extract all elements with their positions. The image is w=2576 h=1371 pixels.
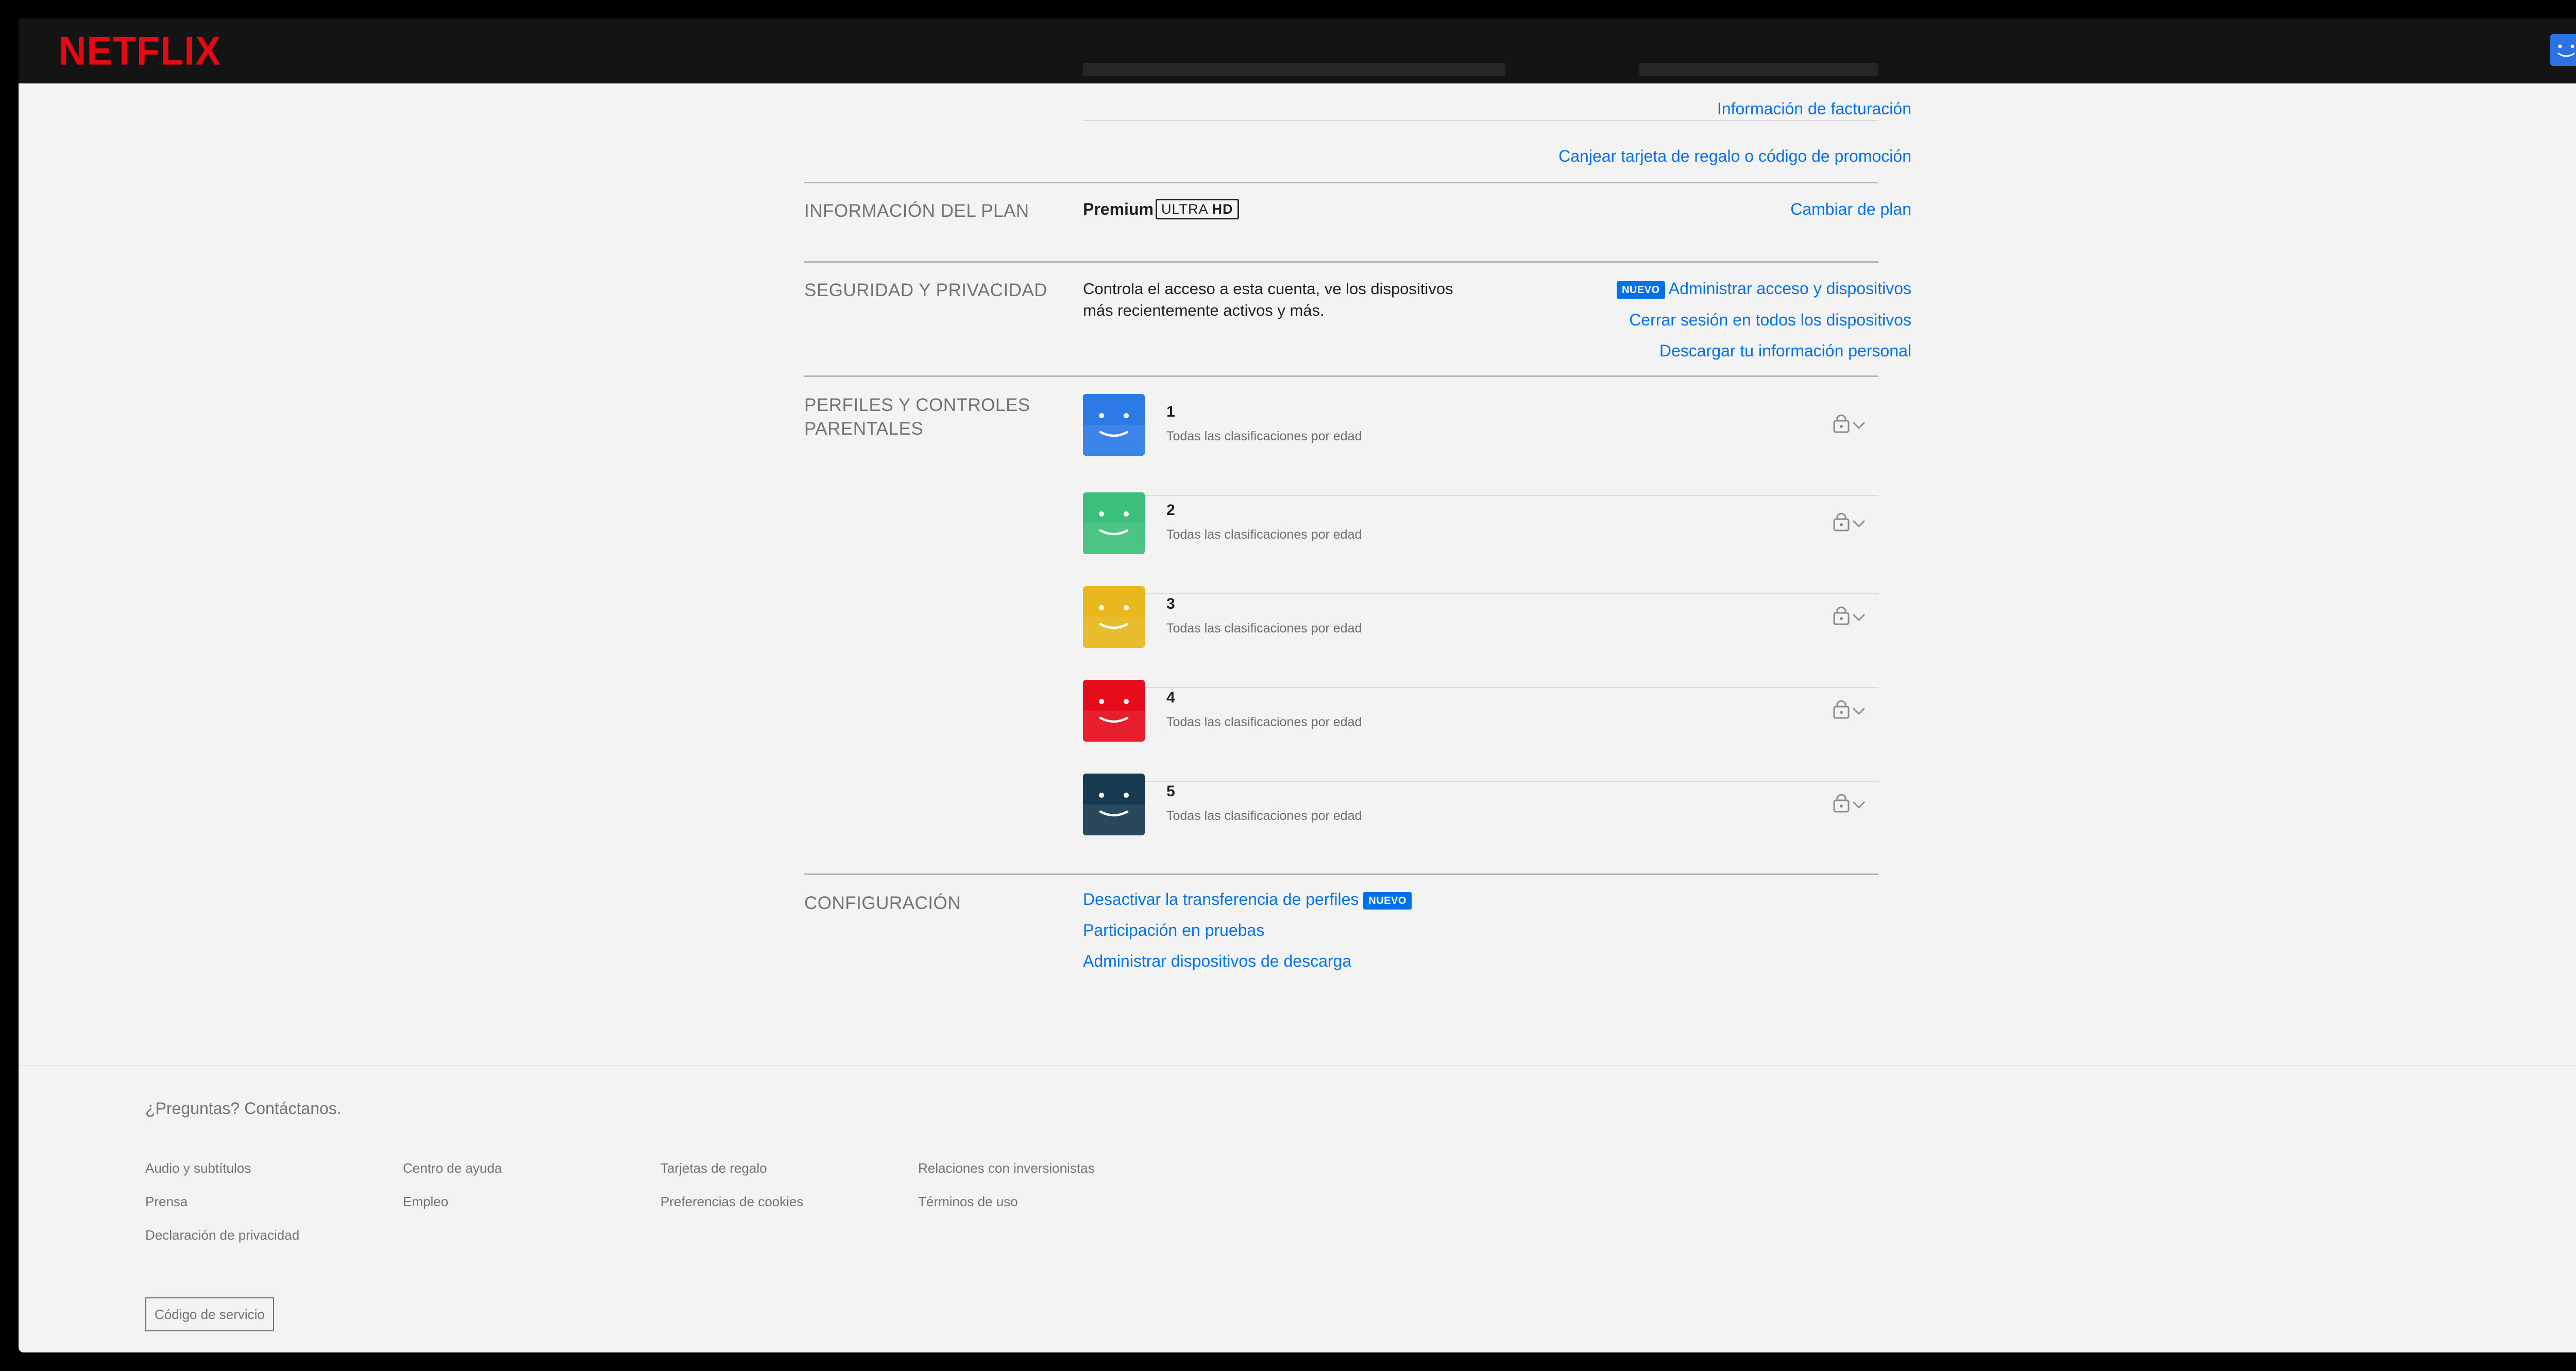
account-avatar-icon[interactable] (2550, 34, 2576, 66)
profile-row[interactable]: 4 Todas las clasificaciones por edad (1083, 680, 1878, 773)
transfer-row: Desactivar la transferencia de perfiles … (1083, 889, 1412, 910)
profile-expand-button[interactable] (1829, 790, 1870, 816)
footer-link-privacy[interactable]: Declaración de privacidad (145, 1227, 299, 1243)
billing-info-link[interactable]: Información de facturación (1717, 98, 1911, 119)
profile-expand-button[interactable] (1829, 696, 1870, 722)
profile-row[interactable]: 1 Todas las clasificaciones por edad (1083, 394, 1878, 487)
top-bar: NETFLIX (19, 19, 2576, 83)
profile-rating: Todas las clasificaciones por edad (1166, 527, 1362, 542)
section-divider (804, 261, 1878, 263)
manage-access-row: NUEVO Administrar acceso y dispositivos (1616, 278, 1911, 299)
security-description-line1: Controla el acceso a esta cuenta, ve los… (1083, 280, 1453, 298)
profile-avatar-icon[interactable] (1083, 774, 1145, 835)
lock-icon (1833, 606, 1865, 625)
new-badge: NUEVO (1363, 892, 1412, 910)
security-section-title: SEGURIDAD Y PRIVACIDAD (804, 280, 1047, 300)
section-divider (804, 873, 1878, 875)
settings-section-title: CONFIGURACIÓN (804, 893, 961, 913)
profile-expand-button[interactable] (1829, 410, 1870, 436)
test-participation-link[interactable]: Participación en pruebas (1083, 920, 1264, 940)
disable-profile-transfer-link[interactable]: Desactivar la transferencia de perfiles (1083, 890, 1359, 909)
manage-download-devices-link[interactable]: Administrar dispositivos de descarga (1083, 951, 1351, 971)
footer-link-investors[interactable]: Relaciones con inversionistas (918, 1160, 1095, 1176)
new-badge: NUEVO (1616, 281, 1665, 299)
plan-section-title: INFORMACIÓN DEL PLAN (804, 201, 1029, 221)
profile-expand-button[interactable] (1829, 603, 1870, 628)
lock-icon (1833, 794, 1865, 813)
profile-avatar-icon[interactable] (1083, 492, 1145, 554)
footer-link-terms[interactable]: Términos de uso (918, 1194, 1018, 1210)
service-code-button[interactable]: Código de servicio (145, 1297, 274, 1331)
profile-row[interactable]: 3 Todas las clasificaciones por edad (1083, 586, 1878, 679)
footer-link-press[interactable]: Prensa (145, 1194, 188, 1210)
profile-expand-button[interactable] (1829, 509, 1870, 535)
profile-name: 1 (1166, 403, 1175, 420)
profiles-title-line1: PERFILES Y CONTROLES (804, 395, 1030, 415)
profile-row[interactable]: 2 Todas las clasificaciones por edad (1083, 492, 1878, 585)
lock-icon (1833, 700, 1865, 719)
profile-rating: Todas las clasificaciones por edad (1166, 429, 1362, 443)
profile-avatar-icon[interactable] (1083, 394, 1145, 456)
sign-out-all-devices-link[interactable]: Cerrar sesión en todos los dispositivos (1629, 310, 1911, 330)
section-divider (804, 375, 1878, 377)
section-divider (804, 182, 1878, 183)
profile-rating: Todas las clasificaciones por edad (1166, 809, 1362, 823)
footer-link-gift-cards[interactable]: Tarjetas de regalo (660, 1160, 767, 1176)
footer-link-audio[interactable]: Audio y subtítulos (145, 1160, 251, 1176)
profile-name: 5 (1166, 783, 1175, 800)
lock-icon (1833, 512, 1865, 532)
profile-name: 4 (1166, 689, 1175, 706)
netflix-logo[interactable]: NETFLIX (59, 27, 221, 76)
hd-label: HD (1212, 201, 1233, 217)
footer-link-jobs[interactable]: Empleo (403, 1194, 448, 1210)
profiles-section-title: PERFILES Y CONTROLES PARENTALES (804, 393, 1030, 441)
lock-icon (1833, 414, 1865, 433)
divider (1083, 120, 1878, 121)
profile-row[interactable]: 5 Todas las clasificaciones por edad (1083, 774, 1878, 866)
profile-avatar-icon[interactable] (1083, 586, 1145, 648)
ultra-hd-badge: ULTRA HD (1156, 199, 1239, 219)
footer-link-help[interactable]: Centro de ayuda (403, 1160, 502, 1176)
scrolled-content-under-header (1083, 59, 1878, 79)
plan-name: Premium (1083, 200, 1154, 218)
footer-contact-link[interactable]: ¿Preguntas? Contáctanos. (145, 1099, 342, 1118)
profile-avatar-icon[interactable] (1083, 680, 1145, 742)
profile-rating: Todas las clasificaciones por edad (1166, 715, 1362, 729)
download-personal-info-link[interactable]: Descargar tu información personal (1659, 340, 1911, 361)
profiles-title-line2: PARENTALES (804, 419, 924, 439)
manage-access-link[interactable]: Administrar acceso y dispositivos (1669, 279, 1911, 298)
browser-window: NETFLIX Información de facturación Canje… (19, 19, 2576, 1352)
security-description: Controla el acceso a esta cuenta, ve los… (1083, 278, 1453, 321)
redeem-gift-link[interactable]: Canjear tarjeta de regalo o código de pr… (1558, 146, 1911, 166)
change-plan-link[interactable]: Cambiar de plan (1790, 199, 1911, 219)
ultra-label: ULTRA (1161, 201, 1208, 217)
security-description-line2: más recientemente activos y más. (1083, 301, 1325, 319)
profile-name: 3 (1166, 595, 1175, 612)
footer-link-cookies[interactable]: Preferencias de cookies (660, 1194, 803, 1210)
footer-divider (19, 1065, 2576, 1066)
profile-rating: Todas las clasificaciones por edad (1166, 621, 1362, 636)
profile-name: 2 (1166, 502, 1175, 519)
